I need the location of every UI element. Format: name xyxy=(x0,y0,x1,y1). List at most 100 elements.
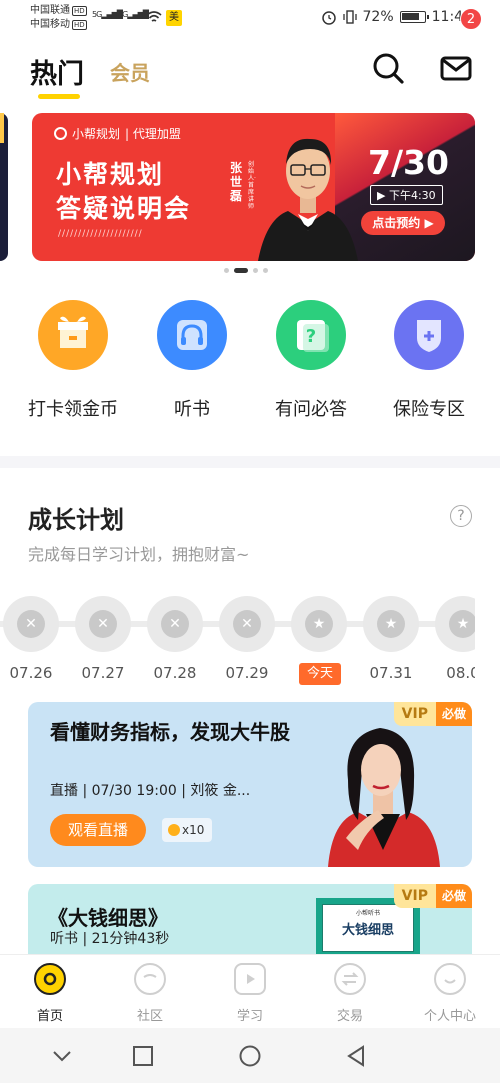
quick-checkin[interactable]: 打卡领金币 xyxy=(13,300,133,421)
card-title: 看懂财务指标，发现大牛股 xyxy=(50,720,290,744)
nav-label: 个人中心 xyxy=(423,1009,476,1024)
quick-audiobook[interactable]: 听书 xyxy=(132,300,252,421)
banner-brand: 小帮规划 | 代理加盟 xyxy=(54,125,181,142)
brand-logo-icon xyxy=(54,127,67,140)
signal-4g-icon: 4G▂▄▆█ xyxy=(118,10,149,19)
bottom-nav: 首页 社区 学习 交易 个人中心 xyxy=(0,954,500,1028)
nav-study[interactable]: 学习 xyxy=(200,963,300,1024)
svg-text:?: ? xyxy=(306,326,316,347)
nav-label: 首页 xyxy=(36,1009,63,1024)
card-meta: 直播 | 07/30 19:00 | 刘筱 金... xyxy=(50,783,251,799)
search-icon[interactable] xyxy=(370,50,406,86)
carrier-2: 中国移动 xyxy=(30,19,70,30)
vip-label: VIP xyxy=(393,884,436,908)
day-node-missed[interactable]: ✕ xyxy=(3,596,59,652)
star-icon: ★ xyxy=(305,610,333,638)
app-notification-badge: 美 xyxy=(166,10,182,26)
section-divider xyxy=(0,456,500,468)
promo-banner[interactable]: 小帮规划 | 代理加盟 小帮规划 答疑说明会 /////////////////… xyxy=(32,113,475,261)
coin-icon xyxy=(168,824,180,836)
alarm-icon xyxy=(321,11,336,25)
day-node-missed[interactable]: ✕ xyxy=(75,596,131,652)
help-icon[interactable]: ? xyxy=(450,505,472,527)
banner-headline-1: 小帮规划 xyxy=(56,160,165,189)
nav-community[interactable]: 社区 xyxy=(100,963,200,1024)
banner-dot xyxy=(263,268,268,273)
must-do-label: 必做 xyxy=(435,702,472,726)
collapse-icon[interactable] xyxy=(50,1044,74,1068)
vip-required-tag: VIP 必做 xyxy=(393,702,472,726)
brand-name: 小帮规划 xyxy=(72,127,121,141)
quick-label: 听书 xyxy=(174,399,210,420)
x-icon: ✕ xyxy=(17,610,45,638)
tab-hot[interactable]: 热门 xyxy=(30,52,84,91)
watch-live-button[interactable]: 观看直播 xyxy=(50,814,146,846)
quick-label: 打卡领金币 xyxy=(28,399,118,420)
message-count-badge: 2 xyxy=(460,8,482,30)
day-node-future[interactable]: ★ xyxy=(435,596,475,652)
plan-subtitle: 完成每日学习计划，拥抱财富~ xyxy=(28,545,250,564)
nav-home[interactable]: 首页 xyxy=(0,963,100,1024)
day-node-missed[interactable]: ✕ xyxy=(147,596,203,652)
headphones-icon xyxy=(157,300,227,370)
status-right: 72% 11:40 xyxy=(321,9,472,25)
shield-icon xyxy=(394,300,464,370)
day-label: 08.0 xyxy=(446,664,475,682)
coin-reward: x10 xyxy=(162,818,212,842)
brand-suffix: | 代理加盟 xyxy=(125,127,181,141)
banner-dot xyxy=(224,268,229,273)
quick-label: 保险专区 xyxy=(393,399,465,420)
quick-insurance[interactable]: 保险专区 xyxy=(369,300,489,421)
home-button-icon[interactable] xyxy=(238,1044,262,1068)
speaker-title: 创始人·首席讲师 xyxy=(248,161,256,210)
day-label: 07.31 xyxy=(369,664,413,682)
vip-required-tag: VIP 必做 xyxy=(393,884,472,908)
battery-icon xyxy=(399,11,429,23)
event-date: 7/30 xyxy=(368,143,449,182)
status-bar: 中国联通 HD 中国移动 HD 5G▂▄▆█ 4G▂▄▆█ 美 72% 11:40 xyxy=(0,0,500,36)
gift-icon xyxy=(38,300,108,370)
book-button[interactable]: 点击预约 ▶ xyxy=(361,211,445,235)
nav-label: 学习 xyxy=(236,1009,263,1024)
banner-dot xyxy=(253,268,258,273)
quick-label: 有问必答 xyxy=(275,399,347,420)
nav-profile[interactable]: 个人中心 xyxy=(400,963,500,1024)
system-nav-bar xyxy=(0,1028,500,1083)
recent-apps-icon[interactable] xyxy=(131,1044,155,1068)
course-card-audiobook[interactable]: 《大钱细思》 听书 | 21分钟43秒 小帮听书 大钱细思 VIP 必做 xyxy=(28,884,472,954)
question-icon: ? xyxy=(276,300,346,370)
book-cover-title: 大钱细思 xyxy=(341,923,394,938)
star-icon: ★ xyxy=(377,610,405,638)
trade-icon xyxy=(334,963,366,995)
carrier-info: 中国联通 HD 中国移动 HD xyxy=(30,4,87,32)
day-node-future[interactable]: ★ xyxy=(363,596,419,652)
quick-actions: 打卡领金币 听书 ? 有问必答 保险专区 xyxy=(0,300,500,430)
event-time: ▶ 下午4:30 xyxy=(370,185,443,205)
speaker-photo xyxy=(258,138,358,261)
play-icon: ▶ xyxy=(377,189,386,202)
hd-badge: HD xyxy=(72,6,87,16)
must-do-label: 必做 xyxy=(435,884,472,908)
day-node-today[interactable]: ★ xyxy=(291,596,347,652)
tab-vip[interactable]: 会员 xyxy=(110,57,150,86)
tab-active-indicator xyxy=(38,94,80,99)
course-card-live[interactable]: 看懂财务指标，发现大牛股 直播 | 07/30 19:00 | 刘筱 金... … xyxy=(28,702,472,867)
plan-title: 成长计划 xyxy=(28,506,124,534)
nav-label: 社区 xyxy=(136,1009,163,1024)
message-icon[interactable] xyxy=(438,50,474,86)
card-meta: 听书 | 21分钟43秒 xyxy=(50,931,170,947)
day-label: 07.29 xyxy=(225,664,269,682)
banner-pagination xyxy=(224,268,268,273)
quick-qa[interactable]: ? 有问必答 xyxy=(251,300,371,421)
nav-label: 交易 xyxy=(336,1009,363,1024)
day-label: 07.28 xyxy=(153,664,197,682)
community-icon xyxy=(134,963,166,995)
banner-prev-peek[interactable] xyxy=(0,113,8,261)
banner-headline-2: 答疑说明会 xyxy=(56,194,192,223)
top-header: 热门 会员 xyxy=(0,36,500,106)
back-icon[interactable] xyxy=(344,1044,368,1068)
day-label: 07.26 xyxy=(9,664,53,682)
nav-trade[interactable]: 交易 xyxy=(300,963,400,1024)
day-node-missed[interactable]: ✕ xyxy=(219,596,275,652)
hd-badge: HD xyxy=(72,20,87,30)
